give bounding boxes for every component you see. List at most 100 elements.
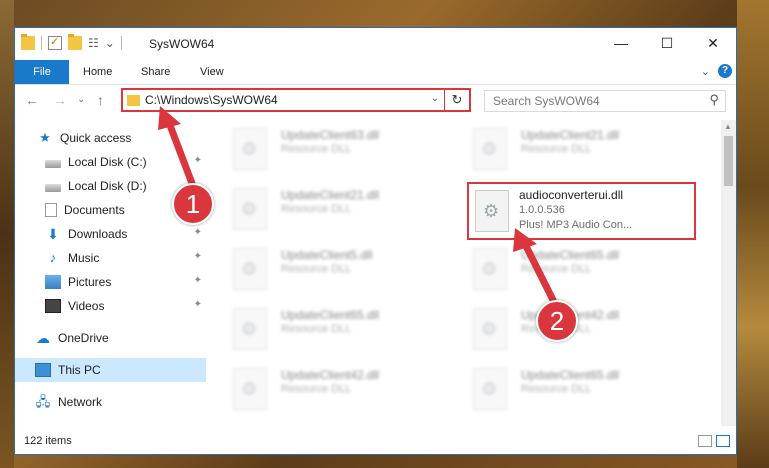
disk-icon	[45, 159, 61, 168]
toolbar-separator	[120, 36, 122, 50]
sidebar-item-this-pc[interactable]: This PC	[15, 358, 206, 382]
status-bar: 122 items	[15, 430, 736, 454]
file-item[interactable]: UpdateClient65.dll Resource DLL	[451, 242, 681, 298]
pin-icon[interactable]: ✦	[194, 155, 202, 166]
file-item[interactable]: UpdateClient65.dll Resource DLL	[451, 362, 681, 418]
quick-access-toolbar: ☷ ⌄	[21, 34, 122, 50]
file-item[interactable]: UpdateClient21.dll Resource DLL	[451, 122, 681, 178]
sidebar-item-videos[interactable]: Videos ✦	[15, 294, 206, 318]
pin-icon[interactable]: ✦	[194, 275, 202, 286]
file-type: Resource DLL	[281, 383, 352, 395]
sidebar-item-quick-access[interactable]: ★ Quick access	[15, 126, 206, 150]
search-icon[interactable]: ⚲	[709, 92, 719, 108]
file-item[interactable]: UpdateClient42.dll Resource DLL	[211, 362, 441, 418]
file-item[interactable]: UpdateClient63.dll Resource DLL	[211, 122, 441, 178]
close-button[interactable]: ✕	[690, 28, 736, 58]
videos-icon	[45, 299, 61, 313]
sidebar-item-label: OneDrive	[58, 331, 109, 345]
file-item[interactable]: UpdateClient5.dll Resource DLL	[211, 242, 441, 298]
pin-icon[interactable]: ✦	[194, 299, 202, 310]
file-name: UpdateClient65.dll	[281, 308, 380, 322]
document-icon	[45, 203, 57, 217]
help-icon[interactable]: ?	[718, 64, 732, 78]
sidebar-item-network[interactable]: 🖧 Network	[15, 390, 206, 414]
file-type: Resource DLL	[521, 383, 592, 395]
search-box[interactable]: Search SysWOW64 ⚲	[484, 90, 726, 112]
minimize-button[interactable]: —	[598, 28, 644, 58]
pin-icon[interactable]: ✦	[194, 251, 202, 262]
file-item[interactable]: UpdateClient65.dll Resource DLL	[211, 302, 441, 358]
large-icons-view-icon[interactable]	[716, 435, 730, 447]
file-type: Resource DLL	[521, 263, 592, 275]
file-name: UpdateClient21.dll	[281, 188, 380, 202]
refresh-button[interactable]: ↻	[444, 90, 469, 110]
file-description: Plus! MP3 Audio Con...	[519, 219, 633, 231]
view-toggle	[698, 435, 730, 447]
window-controls: — ☐ ✕	[598, 28, 736, 58]
dll-file-icon	[473, 128, 507, 170]
dll-file-icon	[473, 368, 507, 410]
navigation-bar: ← → ⌄ ↑ C:\Windows\SysWOW64 ⌄ ↻ Search S…	[15, 85, 736, 117]
new-folder-icon[interactable]	[68, 34, 82, 50]
file-explorer-window: ☷ ⌄ SysWOW64 — ☐ ✕ File Home Share View …	[14, 27, 737, 455]
file-name: UpdateClient65.dll	[521, 368, 620, 382]
forward-button[interactable]: →	[53, 92, 67, 108]
file-version: 1.0.0.536	[519, 204, 565, 216]
file-item-audioconverterui[interactable]: audioconverterui.dll 1.0.0.536 Plus! MP3…	[467, 182, 696, 240]
scrollbar-thumb[interactable]	[724, 136, 733, 186]
address-dropdown-icon[interactable]: ⌄	[431, 93, 439, 104]
sidebar-item-label: Documents	[64, 203, 125, 217]
expand-ribbon-icon[interactable]: ⌄	[701, 65, 710, 78]
tab-view[interactable]: View	[200, 60, 224, 84]
dll-file-icon	[473, 248, 507, 290]
ribbon-right-controls: ⌄ ?	[701, 64, 732, 78]
customize-toolbar-dropdown-icon[interactable]: ⌄	[105, 36, 115, 50]
file-name: UpdateClient65.dll	[521, 248, 620, 262]
sidebar-item-local-disk-c[interactable]: Local Disk (C:) ✦	[15, 150, 206, 174]
desktop-background-right	[737, 0, 769, 468]
file-type: Resource DLL	[281, 323, 352, 335]
sidebar-item-label: Pictures	[68, 275, 112, 289]
cloud-icon: ☁	[36, 330, 50, 346]
sidebar-item-label: Videos	[68, 299, 105, 313]
file-name: audioconverterui.dll	[519, 188, 624, 202]
disk-icon	[45, 183, 61, 192]
star-icon: ★	[39, 130, 51, 145]
address-bar[interactable]: C:\Windows\SysWOW64 ⌄ ↻	[121, 88, 471, 112]
window-title: SysWOW64	[149, 37, 215, 51]
details-view-icon[interactable]	[698, 435, 712, 447]
sidebar-item-onedrive[interactable]: ☁ OneDrive	[15, 326, 206, 350]
sidebar-item-downloads[interactable]: ⬇ Downloads ✦	[15, 222, 206, 246]
properties-icon[interactable]: ☷	[88, 36, 99, 50]
sidebar-item-label: Network	[58, 395, 103, 409]
maximize-button[interactable]: ☐	[644, 28, 690, 58]
up-button[interactable]: ↑	[97, 92, 104, 108]
back-button[interactable]: ←	[25, 92, 39, 108]
dll-file-icon	[233, 308, 267, 350]
dll-file-icon	[475, 190, 509, 232]
scroll-up-icon[interactable]: ▲	[724, 122, 732, 131]
tab-share[interactable]: Share	[141, 60, 170, 84]
search-input[interactable]: Search SysWOW64	[493, 94, 600, 108]
file-type: Resource DLL	[281, 263, 352, 275]
vertical-scrollbar[interactable]: ▲	[721, 120, 736, 426]
pin-icon[interactable]: ✦	[194, 227, 202, 238]
computer-icon	[35, 363, 51, 377]
tab-file[interactable]: File	[15, 60, 69, 84]
dll-file-icon	[233, 368, 267, 410]
recent-locations-button[interactable]: ⌄	[77, 94, 85, 105]
network-icon: 🖧	[35, 394, 51, 409]
tab-home[interactable]: Home	[83, 60, 112, 84]
file-name: UpdateClient5.dll	[281, 248, 373, 262]
download-icon: ⬇	[47, 226, 59, 242]
navigation-pane: ★ Quick access Local Disk (C:) ✦ Local D…	[15, 120, 206, 426]
music-icon: ♪	[49, 250, 57, 265]
sidebar-item-music[interactable]: ♪ Music ✦	[15, 246, 206, 270]
file-item[interactable]: UpdateClient21.dll Resource DLL	[211, 182, 441, 238]
address-path[interactable]: C:\Windows\SysWOW64	[145, 93, 278, 107]
item-count: 122 items	[24, 435, 72, 447]
properties-check-icon[interactable]	[48, 35, 62, 50]
step-2-badge: 2	[536, 300, 578, 342]
dll-file-icon	[473, 308, 507, 350]
sidebar-item-pictures[interactable]: Pictures ✦	[15, 270, 206, 294]
